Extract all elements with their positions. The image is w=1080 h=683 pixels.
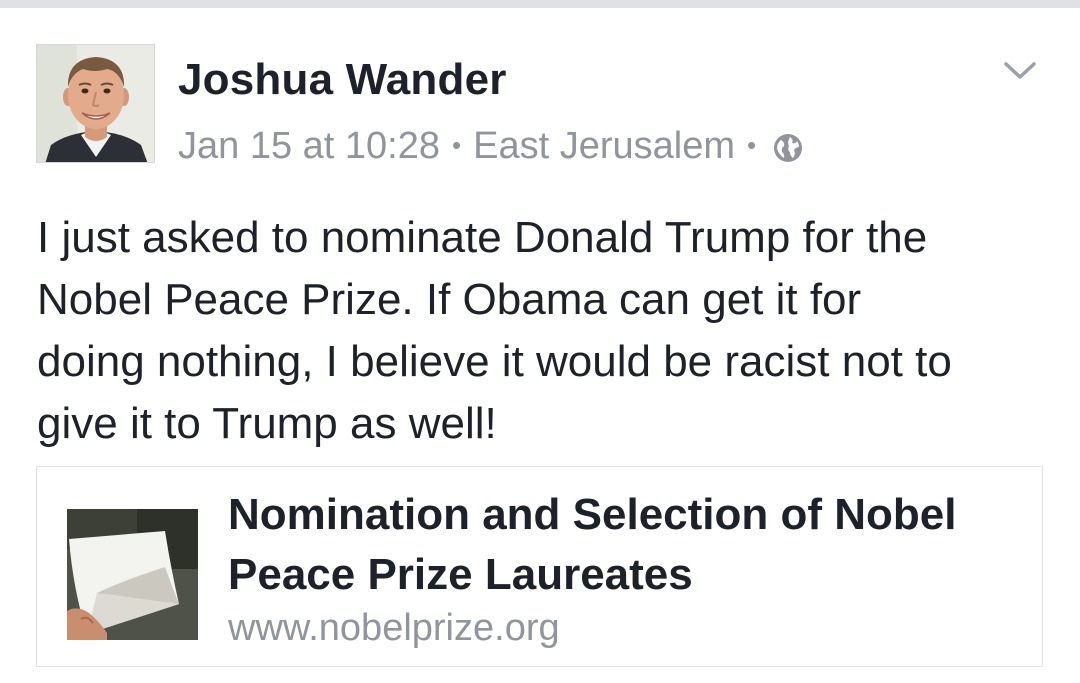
feed-separator-strip: [0, 0, 1080, 8]
link-preview-card[interactable]: Nomination and Selection of Nobel Peace …: [36, 466, 1043, 667]
link-thumbnail: [67, 509, 198, 640]
link-title[interactable]: Nomination and Selection of Nobel Peace …: [228, 485, 1018, 605]
author-name-link[interactable]: Joshua Wander: [178, 55, 507, 105]
meta-separator: •: [747, 129, 757, 160]
post-body-text: I just asked to nominate Donald Trump fo…: [37, 213, 952, 448]
link-domain: www.nobelprize.org: [228, 607, 560, 649]
globe-icon[interactable]: [772, 131, 804, 163]
post-meta: Jan 15 at 10:28 • East Jerusalem •: [178, 125, 804, 168]
chevron-down-icon[interactable]: [1002, 52, 1038, 88]
feed-post: Joshua Wander Jan 15 at 10:28 • East Jer…: [0, 8, 1080, 683]
meta-separator: •: [452, 129, 462, 160]
post-timestamp[interactable]: Jan 15 at 10:28: [178, 125, 440, 168]
post-location[interactable]: East Jerusalem: [473, 125, 735, 168]
author-avatar[interactable]: [36, 44, 155, 163]
